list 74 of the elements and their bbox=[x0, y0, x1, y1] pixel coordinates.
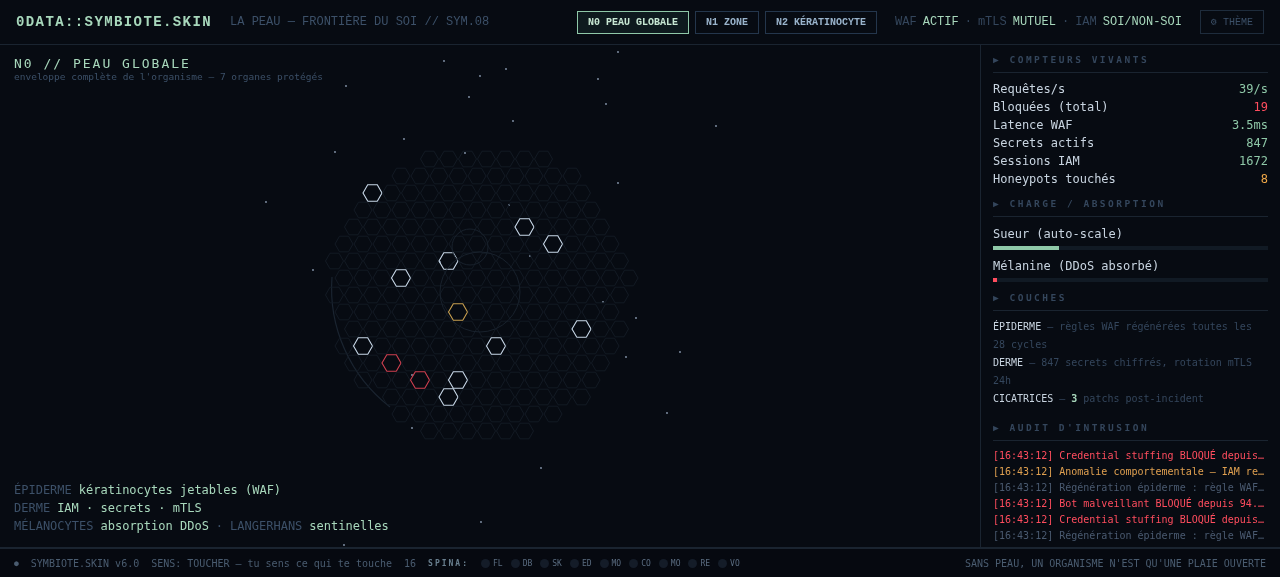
separator-dot: · bbox=[964, 15, 972, 29]
footer-motto: SANS PEAU, UN ORGANISME N'EST QU'UNE PLAIE OUVERTE bbox=[964, 557, 1266, 569]
count-label: 16 bbox=[404, 557, 417, 569]
layer-description: ÉPIDERME — règles WAF régénérées toutes les 28 cycles bbox=[993, 319, 1253, 352]
app-logo: 0DATA::SYMBIOTE.SKIN bbox=[16, 14, 213, 30]
sense-label: SENS: TOUCHER — tu sens ce qui te touche bbox=[151, 557, 393, 569]
counter-value: 39/s bbox=[1239, 81, 1268, 98]
section-heading: ▶ AUDIT D'INTRUSION bbox=[993, 422, 1268, 441]
vertebra-label: CO bbox=[641, 558, 651, 568]
vertebra-dot-icon bbox=[569, 558, 579, 568]
level-tab[interactable]: N0 PEAU GLOBALE bbox=[577, 10, 690, 34]
spina-label: SPINA: bbox=[428, 558, 469, 568]
vertebra-label: DB bbox=[522, 558, 533, 568]
vertebra-dot-icon bbox=[688, 558, 698, 568]
audit-log-entry: [16:43:12] Anomalie comportementale — IAM re… bbox=[993, 465, 1265, 479]
counter-label: Secrets actifs bbox=[993, 135, 1095, 152]
app-subtitle: LA PEAU — FRONTIÈRE DU SOI // SYM.08 bbox=[230, 15, 490, 29]
vertebra-dot-icon bbox=[481, 558, 490, 568]
status-label: IAM bbox=[1075, 15, 1097, 29]
counter-value: 1672 bbox=[1239, 153, 1268, 170]
status-label: WAF bbox=[895, 15, 917, 29]
level-tab[interactable]: N1 ZONE bbox=[695, 10, 760, 34]
vertebra-dot-icon bbox=[540, 558, 550, 568]
status-value: ACTIF bbox=[922, 15, 959, 29]
separator-dot: · bbox=[215, 519, 224, 533]
legend-label: MÉLANOCYTES bbox=[14, 519, 94, 533]
view-title: N0 // PEAU GLOBALE bbox=[14, 56, 192, 71]
counter-value: 847 bbox=[1246, 135, 1268, 152]
legend-value: kératinocytes jetables (WAF) bbox=[78, 483, 282, 497]
status-label: mTLS bbox=[977, 15, 1007, 29]
status-value: SOI/NON-SOI bbox=[1102, 15, 1182, 29]
counter-label: Latence WAF bbox=[993, 117, 1073, 134]
vertebra-label: VO bbox=[730, 558, 740, 568]
counter-value: 3.5ms bbox=[1231, 117, 1268, 134]
legend-value: sentinelles bbox=[309, 519, 389, 533]
audit-log-entry: [16:43:12] Bot malveillant BLOQUÉ depuis 94.… bbox=[993, 496, 1265, 511]
counter-label: Honeypots touchés bbox=[993, 171, 1116, 188]
counter-label: Requêtes/s bbox=[993, 81, 1066, 98]
vertebra-dot-icon bbox=[599, 558, 609, 568]
vertebra-dot-icon bbox=[718, 558, 728, 568]
counter-label: Bloquées (total) bbox=[993, 99, 1109, 116]
counter-value: 8 bbox=[1260, 171, 1268, 188]
counter-label: Sessions IAM bbox=[993, 153, 1080, 170]
legend-label: LANGERHANS bbox=[230, 519, 303, 533]
gauge-label: Sueur (auto-scale) bbox=[993, 226, 1125, 243]
legend-label: DERME bbox=[14, 501, 51, 515]
version-label: SYMBIOTE.SKIN v6.0 bbox=[30, 557, 140, 569]
vertebra-dot-icon bbox=[510, 558, 520, 568]
section-heading: ▶ CHARGE / ABSORPTION bbox=[993, 198, 1268, 217]
vertebra-label: MO bbox=[670, 558, 681, 568]
legend-value: absorption DDoS bbox=[100, 519, 209, 533]
audit-log-entry: [16:43:12] Régénération épiderme : règle WAF… bbox=[993, 529, 1265, 543]
audit-log-entry: [16:43:12] Credential stuffing BLOQUÉ depuis… bbox=[993, 448, 1265, 463]
view-subtitle: enveloppe complète de l'organisme — 7 organes protégés bbox=[14, 71, 324, 82]
vertebra-dot-icon bbox=[629, 558, 639, 568]
audit-log-entry: [16:43:12] Credential stuffing BLOQUÉ depuis… bbox=[993, 512, 1265, 527]
layer-description: CICATRICES — 3 patchs post-incident bbox=[993, 392, 1205, 406]
vertebra-label: RE bbox=[700, 558, 711, 568]
separator-dot: · bbox=[1061, 15, 1070, 29]
section-heading: ▶ COUCHES bbox=[993, 292, 1268, 311]
vertebra-dot-icon bbox=[658, 558, 668, 568]
audit-log-entry: [16:43:12] Régénération épiderme : règle WAF… bbox=[993, 481, 1265, 495]
vertebra-label: FL bbox=[493, 558, 503, 568]
legend-label: ÉPIDERME bbox=[14, 483, 72, 497]
status-value: MUTUEL bbox=[1012, 15, 1056, 29]
level-tab[interactable]: N2 KÉRATINOCYTE bbox=[765, 10, 878, 34]
section-heading: ▶ COMPTEURS VIVANTS bbox=[993, 54, 1268, 73]
counter-value: 19 bbox=[1253, 99, 1268, 116]
status-dot: ● bbox=[14, 558, 19, 568]
gauge-label: Mélanine (DDoS absorbé) bbox=[993, 258, 1161, 275]
vertebra-label: MO bbox=[611, 558, 622, 568]
legend-value: IAM · secrets · mTLS bbox=[57, 501, 202, 515]
vertebra-label: SK bbox=[552, 558, 562, 568]
vertebra-label: ED bbox=[581, 558, 592, 568]
